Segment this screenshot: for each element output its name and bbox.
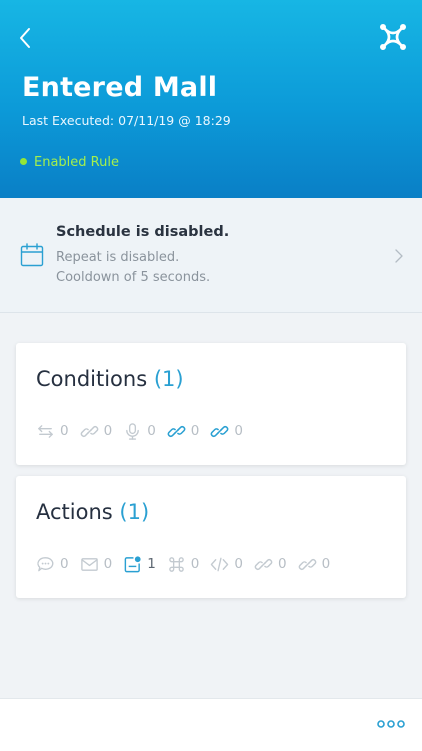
condition-count: 0 [234, 423, 243, 439]
link-icon [211, 425, 229, 437]
actions-title: Actions (1) [36, 500, 149, 524]
action-link-item[interactable]: 0 [298, 555, 331, 574]
chat-bubble-icon [37, 556, 54, 571]
conditions-label: Conditions [36, 367, 148, 391]
mail-icon [80, 557, 98, 571]
status-dot-icon [20, 158, 27, 165]
actions-count: (1) [119, 500, 150, 524]
network-icon[interactable] [378, 22, 408, 52]
action-mail-item[interactable]: 0 [80, 555, 113, 574]
schedule-title: Schedule is disabled. [56, 224, 230, 240]
action-count: 0 [190, 556, 200, 572]
actions-card[interactable]: Actions (1) 0 0 1 0 0 0 0 [16, 476, 406, 598]
calendar-icon [20, 243, 44, 267]
condition-link-item[interactable]: 0 [80, 422, 113, 441]
action-count: 0 [234, 556, 243, 572]
condition-count: 0 [60, 423, 69, 439]
condition-link-item[interactable]: 0 [167, 422, 200, 441]
conditions-count: (1) [153, 367, 184, 391]
schedule-row[interactable]: Schedule is disabled. Repeat is disabled… [0, 198, 422, 313]
action-count: 0 [60, 556, 69, 572]
action-count: 1 [147, 556, 156, 572]
link-icon [167, 425, 186, 437]
bottom-bar [0, 698, 422, 751]
action-count: 0 [321, 556, 331, 572]
more-options-icon[interactable] [376, 717, 406, 731]
action-link-item[interactable]: 0 [254, 555, 287, 574]
action-notification-item[interactable]: 1 [123, 555, 156, 574]
rule-title: Entered Mall [22, 72, 218, 103]
link-icon [80, 425, 98, 437]
chevron-right-icon [395, 249, 403, 263]
status-badge: Enabled Rule [20, 155, 119, 170]
actions-icon-row: 0 0 1 0 0 0 0 [36, 553, 341, 575]
action-chat-item[interactable]: 0 [36, 555, 69, 574]
actions-label: Actions [36, 500, 113, 524]
conditions-icon-row: 0 0 0 0 0 [36, 420, 254, 442]
action-code-item[interactable]: 0 [210, 555, 243, 574]
condition-microphone-item[interactable]: 0 [123, 422, 156, 441]
transfer-icon [38, 424, 53, 438]
conditions-card[interactable]: Conditions (1) 0 0 0 0 0 [16, 343, 406, 465]
microphone-icon [126, 422, 140, 440]
rule-header: Entered Mall Last Executed: 07/11/19 @ 1… [0, 0, 422, 198]
code-icon [211, 557, 229, 571]
condition-link-item[interactable]: 0 [210, 422, 243, 441]
condition-count: 0 [147, 423, 156, 439]
condition-transfer-item[interactable]: 0 [36, 422, 69, 441]
conditions-title: Conditions (1) [36, 367, 184, 391]
back-chevron-icon[interactable] [14, 24, 40, 52]
notification-icon [124, 555, 141, 572]
last-executed-text: Last Executed: 07/11/19 @ 18:29 [22, 113, 231, 128]
condition-count: 0 [190, 423, 200, 439]
repeat-text: Repeat is disabled. [56, 250, 180, 265]
command-icon [169, 556, 184, 572]
status-label: Enabled Rule [34, 155, 119, 170]
link-icon [298, 558, 316, 570]
action-command-item[interactable]: 0 [167, 555, 200, 574]
action-count: 0 [277, 556, 287, 572]
action-count: 0 [103, 556, 113, 572]
cooldown-text: Cooldown of 5 seconds. [56, 270, 211, 285]
condition-count: 0 [103, 423, 113, 439]
link-icon [254, 558, 273, 570]
